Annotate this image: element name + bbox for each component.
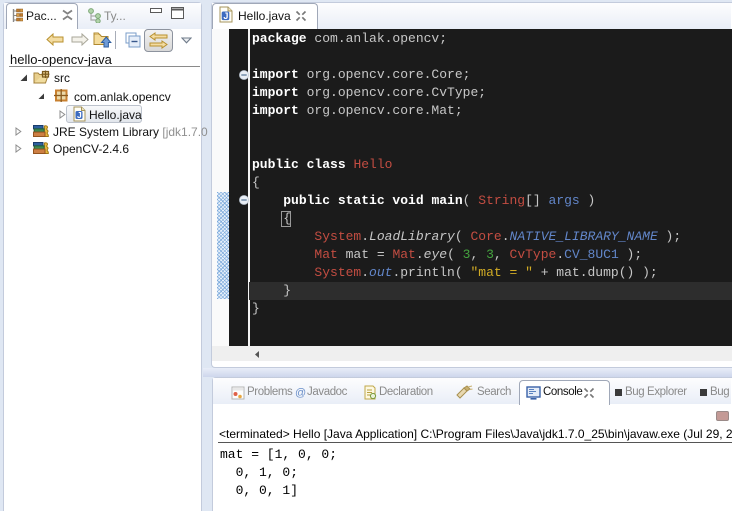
svg-text:J: J <box>223 11 228 21</box>
svg-text:J: J <box>77 110 82 120</box>
